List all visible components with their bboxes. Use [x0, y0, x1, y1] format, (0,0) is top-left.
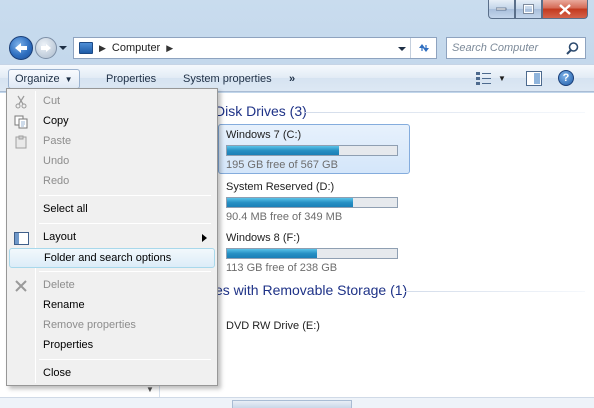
menu-separator: [39, 271, 211, 272]
refresh-button[interactable]: [410, 38, 436, 58]
minimize-button[interactable]: [488, 0, 515, 19]
search-input[interactable]: [452, 42, 564, 54]
menu-separator: [39, 359, 211, 360]
breadcrumb-computer[interactable]: Computer: [112, 42, 160, 54]
drive-usage-fill: [227, 146, 340, 155]
drive-free-space: 90.4 MB free of 349 MB: [226, 211, 343, 223]
drive-free-space: 195 GB free of 567 GB: [226, 159, 338, 171]
maximize-button[interactable]: [515, 0, 542, 19]
drive-usage-bar: [226, 197, 398, 208]
address-bar[interactable]: ▶ Computer ▶: [73, 37, 437, 59]
menu-item-label: Folder and search options: [44, 252, 172, 264]
organize-label: Organize: [15, 73, 60, 85]
arrow-left-icon: [15, 43, 27, 53]
menu-item-label: Delete: [43, 279, 75, 291]
menu-item-label: Layout: [43, 231, 77, 243]
search-icon[interactable]: [566, 42, 579, 55]
menu-item-copy[interactable]: Copy: [9, 112, 215, 132]
help-icon: ?: [562, 72, 570, 84]
computer-icon: [79, 42, 93, 54]
scissors-icon: [13, 94, 29, 110]
menu-item-close[interactable]: Close: [9, 364, 215, 384]
properties-button[interactable]: Properties: [100, 69, 162, 89]
breadcrumb-separator-icon[interactable]: ▶: [166, 43, 173, 54]
maximize-icon: [523, 4, 534, 14]
drive-f[interactable]: Windows 8 (F:) 113 GB free of 238 GB: [226, 232, 404, 274]
address-row: ▶ Computer ▶: [0, 30, 594, 62]
drive-name: Windows 8 (F:): [226, 232, 300, 244]
drive-usage-fill: [227, 198, 353, 207]
layout-icon: [13, 230, 29, 246]
explorer-window: ▶ Computer ▶ Organize ▼ Properties Syste…: [0, 0, 594, 408]
scroll-down-arrow-icon[interactable]: ▼: [146, 385, 154, 394]
drive-name: System Reserved (D:): [226, 181, 335, 193]
change-view-button[interactable]: ▼: [476, 71, 506, 85]
submenu-arrow-icon: [202, 234, 207, 242]
breadcrumb-separator-icon[interactable]: ▶: [99, 43, 106, 54]
drive-c[interactable]: Windows 7 (C:) 195 GB free of 567 GB: [218, 124, 410, 174]
more-commands-button[interactable]: »: [283, 69, 301, 89]
dvd-drive[interactable]: DVD RW Drive (E:): [226, 320, 320, 332]
menu-item-delete[interactable]: Delete: [9, 276, 215, 296]
menu-separator: [39, 195, 211, 196]
back-button[interactable]: [9, 36, 33, 60]
chevron-down-icon: ▼: [64, 74, 73, 84]
title-bar[interactable]: [0, 0, 594, 28]
view-options-icon: [476, 72, 491, 85]
drive-usage-bar: [226, 145, 398, 156]
menu-item-label: Properties: [43, 339, 94, 351]
menu-item-label: Select all: [43, 203, 88, 215]
menu-item-label: Close: [43, 367, 72, 379]
menu-item-label: Cut: [43, 95, 61, 107]
clipboard-icon: [13, 134, 29, 150]
menu-item-rename[interactable]: Rename: [9, 296, 215, 316]
menu-item-undo[interactable]: Undo: [9, 152, 215, 172]
chevron-down-icon: ▼: [498, 73, 506, 83]
menu-item-paste[interactable]: Paste: [9, 132, 215, 152]
menu-item-label: Paste: [43, 135, 72, 147]
removable-group-heading[interactable]: es with Removable Storage (1): [215, 282, 407, 298]
drive-usage-bar: [226, 248, 398, 259]
menu-item-layout[interactable]: Layout: [9, 228, 215, 248]
menu-item-redo[interactable]: Redo: [9, 172, 215, 192]
system-properties-button[interactable]: System properties: [177, 69, 278, 89]
recent-pages-dropdown[interactable]: [59, 44, 67, 52]
menu-item-select-all[interactable]: Select all: [9, 200, 215, 220]
drive-d[interactable]: System Reserved (D:) 90.4 MB free of 349…: [226, 181, 404, 223]
preview-pane-icon[interactable]: [526, 71, 542, 86]
menu-item-label: Copy: [43, 115, 69, 127]
menu-item-cut[interactable]: Cut: [9, 92, 215, 112]
menu-item-folder-search-options[interactable]: Folder and search options: [9, 248, 215, 268]
menu-separator: [39, 223, 211, 224]
menu-item-label: Rename: [43, 299, 85, 311]
forward-button[interactable]: [35, 37, 57, 59]
help-button[interactable]: ?: [558, 70, 574, 86]
menu-item-label: Remove properties: [43, 319, 136, 331]
hard-disk-group-heading[interactable]: Disk Drives (3): [215, 103, 307, 119]
close-button[interactable]: [542, 0, 588, 19]
menu-item-label: Undo: [43, 155, 70, 167]
details-pane: [0, 397, 594, 408]
drive-free-space: 113 GB free of 238 GB: [226, 262, 338, 274]
group-divider: [305, 112, 585, 113]
address-history-dropdown-icon[interactable]: [398, 45, 406, 53]
refresh-icon: [418, 44, 429, 52]
caption-buttons: [488, 0, 588, 20]
organize-menu: Cut Copy Paste Undo Redo Select all Layo…: [6, 88, 218, 386]
menu-item-properties[interactable]: Properties: [9, 336, 215, 356]
details-pane-tab[interactable]: [232, 400, 352, 408]
search-box[interactable]: [446, 37, 586, 59]
delete-x-icon: [13, 278, 29, 294]
drive-name: Windows 7 (C:): [226, 129, 302, 141]
minimize-icon: [496, 7, 507, 11]
group-divider: [405, 291, 585, 292]
organize-button[interactable]: Organize ▼: [8, 69, 80, 89]
menu-item-remove-properties[interactable]: Remove properties: [9, 316, 215, 336]
menu-item-label: Redo: [43, 175, 70, 187]
arrow-right-icon: [41, 44, 51, 52]
copy-icon: [13, 114, 29, 130]
drive-usage-fill: [227, 249, 318, 258]
close-icon: [559, 3, 571, 15]
